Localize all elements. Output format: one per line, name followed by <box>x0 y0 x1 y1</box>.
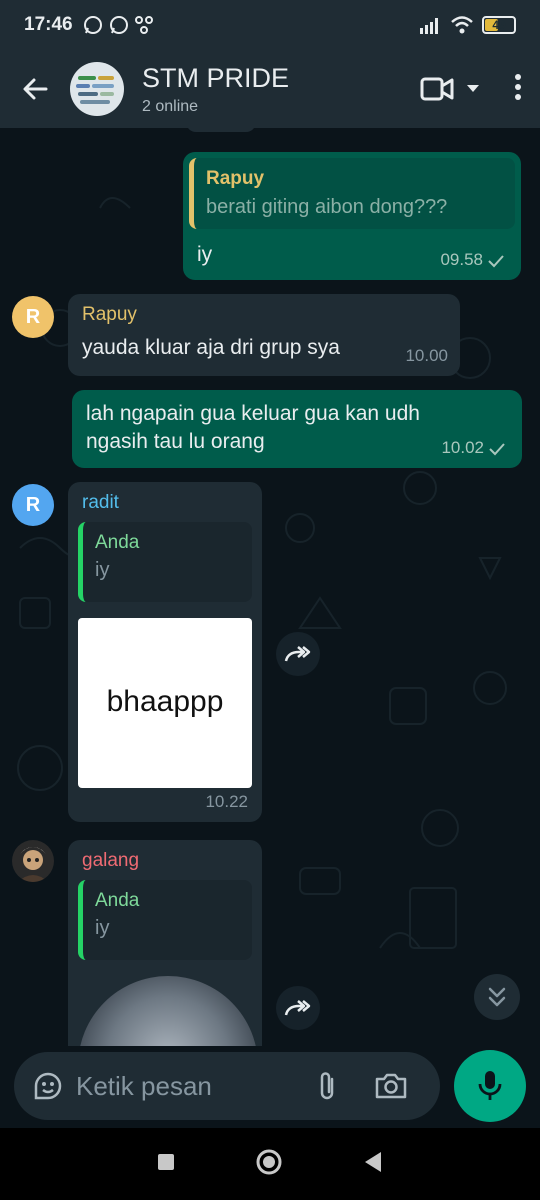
chat-title-block[interactable]: STM PRIDE 2 online <box>142 63 289 116</box>
avatar[interactable]: R <box>12 484 54 526</box>
camera-button[interactable] <box>374 1072 408 1100</box>
quote-author: Anda <box>95 531 140 553</box>
check-icon <box>489 442 505 455</box>
triangle-back-icon <box>365 1151 381 1172</box>
quote-text: iy <box>95 559 110 582</box>
video-call-button[interactable] <box>420 76 480 102</box>
mic-icon <box>478 1071 502 1100</box>
more-options-button[interactable] <box>490 73 522 106</box>
quote-text: iy <box>95 917 110 940</box>
quoted-message[interactable]: Anda iy <box>78 879 252 960</box>
scroll-stub <box>186 128 256 132</box>
status-time: 17:46 <box>24 14 73 35</box>
composer-bar <box>0 1046 540 1128</box>
message-input[interactable] <box>76 1070 296 1102</box>
square-icon <box>158 1153 174 1170</box>
message-meta: 09.58 <box>440 249 505 272</box>
circle-icon <box>256 1149 282 1174</box>
message-incoming[interactable]: Rapuy yauda kluar aja dri grup sya 10.00 <box>68 294 460 376</box>
avatar[interactable]: R <box>12 296 54 338</box>
battery-indicator: 49 <box>482 16 516 34</box>
system-nav-bar <box>0 1128 540 1200</box>
chat-subtitle: 2 online <box>142 97 199 115</box>
voice-record-button[interactable] <box>454 1050 526 1122</box>
message-time: 10.00 <box>405 346 448 366</box>
message-incoming[interactable]: galang Anda iy <box>68 840 262 1046</box>
forward-icon <box>284 1000 311 1016</box>
sticker-button[interactable] <box>32 1070 64 1102</box>
back-button[interactable] <box>0 75 70 103</box>
forward-button[interactable] <box>276 986 320 1030</box>
message-outgoing[interactable]: Rapuy berati giting aibon dong??? iy 09.… <box>183 152 521 280</box>
sticker-text: bhaappp <box>106 685 224 719</box>
whatsapp-icon <box>109 16 128 34</box>
composer-pill <box>14 1052 440 1120</box>
message-time: 09.58 <box>440 250 483 270</box>
avatar-photo <box>18 847 48 882</box>
sender-name: radit <box>82 492 119 513</box>
chat-header: STM PRIDE 2 online <box>0 50 540 128</box>
attach-icon <box>320 1072 334 1100</box>
message-text: yauda kluar aja dri grup sya <box>82 335 340 359</box>
check-icon <box>488 254 504 267</box>
quoted-message[interactable]: Anda iy <box>78 521 252 602</box>
more-vert-icon <box>515 73 521 100</box>
nav-back-button[interactable] <box>363 1151 383 1178</box>
chat-messages[interactable]: Rapuy berati giting aibon dong??? iy 09.… <box>0 128 540 1046</box>
wifi-icon <box>451 16 473 34</box>
message-time: 10.22 <box>205 792 248 812</box>
nav-recents-button[interactable] <box>157 1153 175 1176</box>
camera-icon <box>375 1073 407 1099</box>
sticker-icon <box>34 1072 62 1100</box>
fork-icon <box>134 16 153 34</box>
sender-name: Rapuy <box>82 304 137 325</box>
forward-button[interactable] <box>276 632 320 676</box>
quoted-message[interactable]: Rapuy berati giting aibon dong??? <box>189 158 515 229</box>
message-time: 10.02 <box>441 438 484 458</box>
message-meta: 10.02 <box>441 437 506 460</box>
sticker-image[interactable] <box>78 975 258 1046</box>
caret-down-icon <box>467 85 479 92</box>
quote-author: Rapuy <box>206 168 265 189</box>
message-meta: 10.22 <box>205 791 248 814</box>
chat-title: STM PRIDE <box>142 62 290 93</box>
message-text: lah ngapain gua keluar gua kan udh ngasi… <box>86 402 420 454</box>
back-arrow-icon <box>23 78 48 100</box>
chevrons-down-icon <box>488 987 506 1007</box>
status-bar: 17:46 49 <box>0 0 540 50</box>
scroll-to-bottom-button[interactable] <box>474 974 520 1020</box>
avatar[interactable] <box>12 840 54 882</box>
signal-icon <box>420 18 438 34</box>
message-outgoing[interactable]: lah ngapain gua keluar gua kan udh ngasi… <box>72 390 522 468</box>
whatsapp-icon <box>83 16 102 34</box>
quote-text: berati giting aibon dong??? <box>206 195 448 218</box>
message-incoming[interactable]: radit Anda iy bhaappp 10.22 <box>68 482 262 822</box>
group-avatar[interactable] <box>70 62 124 116</box>
quote-author: Anda <box>95 889 140 911</box>
sticker-image[interactable]: bhaappp <box>78 617 252 788</box>
forward-icon <box>284 646 311 662</box>
video-call-icon <box>420 77 454 101</box>
message-meta: 10.00 <box>405 345 448 368</box>
sender-name: galang <box>82 850 140 871</box>
attach-button[interactable] <box>316 1069 338 1103</box>
nav-home-button[interactable] <box>255 1148 283 1181</box>
